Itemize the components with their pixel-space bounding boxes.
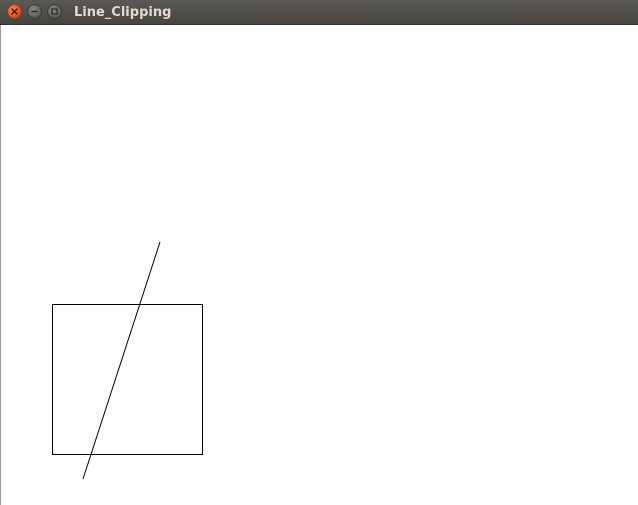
clipping-window-rect bbox=[52, 304, 203, 455]
line-segment bbox=[82, 241, 161, 480]
application-window: Line_Clipping bbox=[0, 0, 638, 505]
drawing-canvas[interactable] bbox=[0, 25, 638, 505]
drawing-surface bbox=[52, 241, 203, 480]
